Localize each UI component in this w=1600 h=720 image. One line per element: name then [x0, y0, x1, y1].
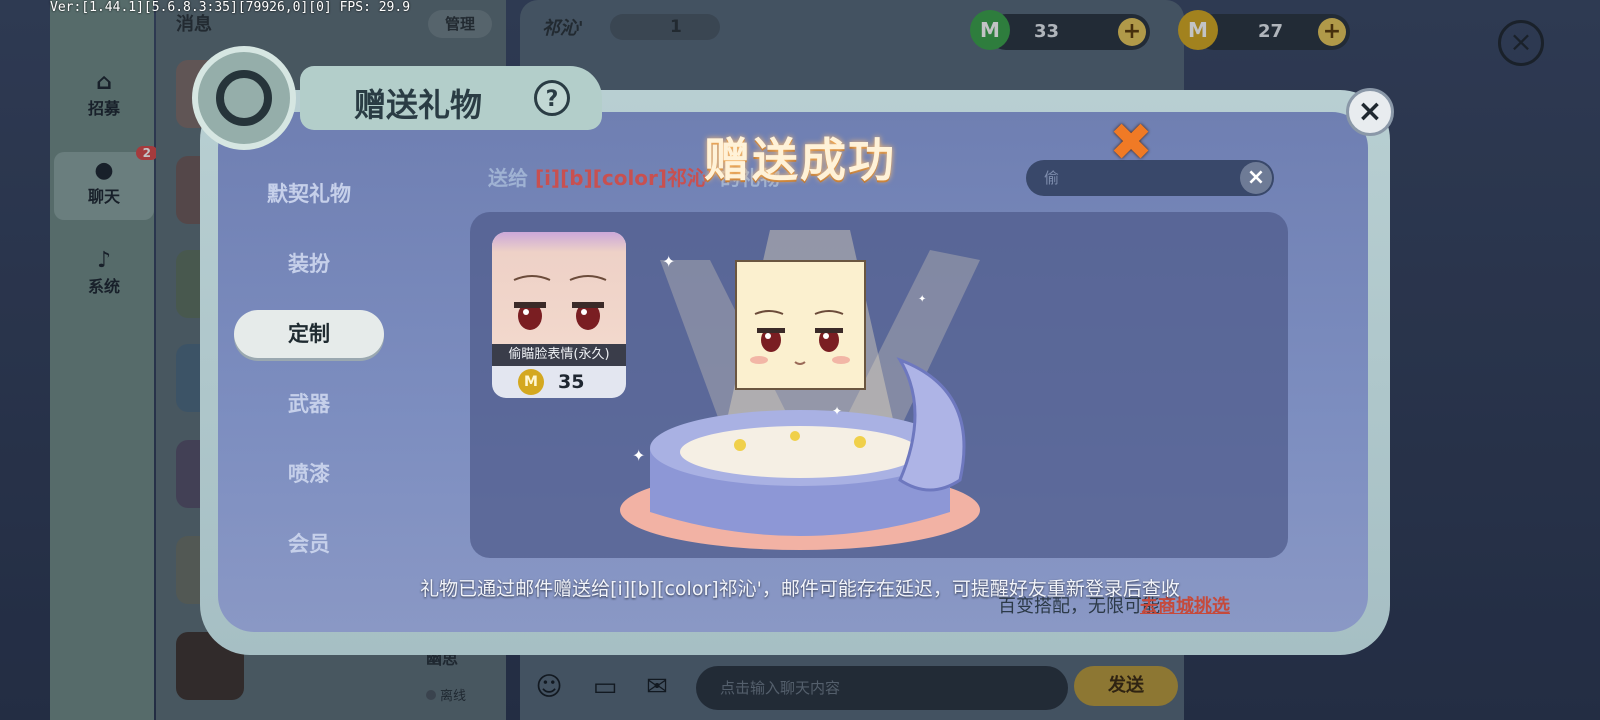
- coin-icon: M: [518, 369, 544, 395]
- help-button[interactable]: ?: [534, 80, 570, 116]
- category-tab[interactable]: 武器: [234, 380, 384, 428]
- sparkle-icon: ✦: [832, 404, 843, 418]
- gift-result-image: [735, 260, 866, 390]
- success-message: 礼物已通过邮件赠送给[i][b][color]祁沁'，邮件可能存在延迟，可提醒好…: [420, 578, 1180, 600]
- game-screen: Ver:[1.44.1][5.6.8.3:35][79926,0][0] FPS…: [0, 0, 1600, 720]
- debug-overlay: Ver:[1.44.1][5.6.8.3:35][79926,0][0] FPS…: [50, 0, 411, 15]
- category-tab[interactable]: 喷漆: [234, 450, 384, 498]
- mask-icon: [216, 70, 272, 126]
- sparkle-icon: ✦: [632, 446, 646, 465]
- category-tab[interactable]: 装扮: [234, 240, 384, 288]
- success-title: 赠送成功: [704, 133, 896, 187]
- peek-face-image: [750, 310, 850, 365]
- dialog-title: 赠送礼物: [354, 86, 483, 124]
- sparkle-icon: ✦: [662, 252, 676, 271]
- sparkle-icon: ✦: [918, 294, 927, 305]
- category-tab[interactable]: 会员: [234, 520, 384, 568]
- price-value: 35: [558, 371, 585, 393]
- category-tab-active[interactable]: 定制: [234, 310, 384, 358]
- close-success-icon[interactable]: ✖: [1108, 117, 1154, 169]
